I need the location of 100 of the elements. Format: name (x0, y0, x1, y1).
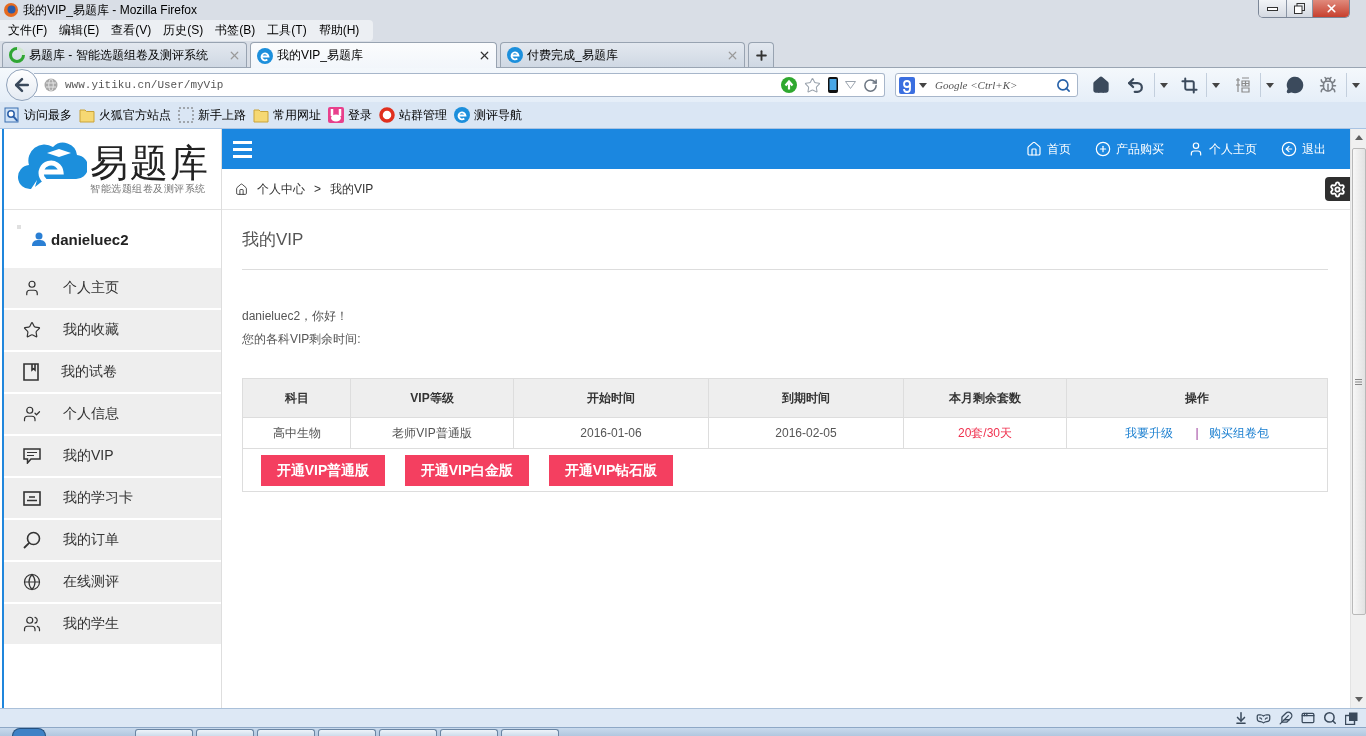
sidebar-item[interactable]: 我的学生 (4, 604, 221, 644)
sidebar-item[interactable]: 个人信息 (4, 394, 221, 434)
bookmark-item[interactable]: 站群管理 (379, 106, 447, 124)
taskbar-button[interactable] (257, 729, 315, 736)
user-icon (23, 279, 41, 297)
download-icon[interactable] (1234, 711, 1248, 725)
menu-item[interactable]: 文件(F) (2, 20, 54, 41)
menu-item[interactable]: 工具(T) (261, 20, 313, 41)
sidebar-item[interactable]: 我的订单 (4, 520, 221, 560)
browser-tab[interactable]: 付费完成_易题库 (500, 42, 745, 67)
search-icon[interactable] (1056, 77, 1071, 93)
users-icon (23, 615, 41, 633)
feather-icon[interactable] (1279, 711, 1293, 725)
document-icon (23, 363, 39, 381)
gear-icon (1329, 180, 1346, 198)
scrollbar-thumb[interactable] (1351, 148, 1366, 615)
caret-icon (1265, 82, 1274, 88)
sidebar-item[interactable]: 个人主页 (4, 268, 221, 308)
taskbar-button[interactable] (379, 729, 437, 736)
bookmark-item[interactable]: 登录 (328, 106, 372, 124)
logo-name: 易题库 (90, 143, 210, 183)
logo-tagline: 智能选题组卷及测评系统 (90, 183, 207, 195)
vip-button[interactable]: 开通VIP白金版 (405, 455, 529, 486)
nav-link[interactable]: 退出 (1281, 140, 1326, 158)
vip-button[interactable]: 开通VIP普通版 (261, 455, 385, 486)
sidebar-item[interactable]: 在线测评 (4, 562, 221, 602)
close-button[interactable] (1312, 0, 1349, 17)
arrow-circle-icon[interactable] (781, 77, 797, 93)
breadcrumb-link[interactable]: 个人中心 (257, 180, 305, 198)
bookmark-item[interactable]: 测评导航 (454, 106, 522, 124)
settings-button[interactable] (1325, 177, 1350, 201)
scroll-down-arrow-icon[interactable] (1354, 697, 1363, 702)
arrow-circle-icon (1281, 141, 1297, 157)
taskbar-button[interactable] (318, 729, 376, 736)
home-icon[interactable] (235, 182, 248, 196)
star-icon[interactable] (804, 76, 821, 94)
search-bar[interactable]: Google <Ctrl+K> (895, 73, 1078, 97)
table-cell: 2016-02-05 (708, 417, 904, 449)
speech-bubble-icon (23, 448, 41, 464)
table-cell: 2016-01-06 (513, 417, 709, 449)
close-icon[interactable] (478, 49, 491, 62)
browser-tab[interactable]: 易题库 - 智能选题组卷及测评系统 (2, 42, 247, 67)
sidebar-item[interactable]: 我的试卷 (4, 352, 221, 392)
taskbar-button[interactable] (135, 729, 193, 736)
column-header: 到期时间 (708, 378, 904, 418)
menu-item[interactable]: 查看(V) (105, 20, 158, 41)
menu-icon[interactable] (233, 140, 252, 158)
crop-icon (1180, 76, 1198, 94)
menu-item[interactable]: 编辑(E) (53, 20, 106, 41)
search-icon[interactable] (1323, 711, 1337, 725)
star-icon (23, 321, 41, 339)
card-icon (23, 490, 41, 506)
nav-link[interactable]: 产品购买 (1095, 140, 1164, 158)
sidebar-item[interactable]: 我的VIP (4, 436, 221, 476)
home-icon (1026, 141, 1042, 157)
new-tab-button[interactable] (748, 42, 774, 67)
grid-icon (1234, 77, 1250, 93)
minimize-button[interactable] (1259, 0, 1286, 17)
bookmark-item[interactable]: 火狐官方站点 (79, 106, 171, 124)
restore-button[interactable] (1286, 0, 1312, 17)
menu-item[interactable]: 历史(S) (157, 20, 210, 41)
nav-link[interactable]: 个人主页 (1188, 140, 1257, 158)
swirl-logo-icon (454, 107, 470, 123)
nav-link[interactable]: 首页 (1026, 140, 1071, 158)
search-field[interactable]: Google <Ctrl+K> (931, 79, 1052, 91)
scroll-up-arrow-icon[interactable] (1354, 135, 1363, 140)
sidebar-item[interactable]: 我的学习卡 (4, 478, 221, 518)
page-title: 我的VIP (242, 229, 305, 251)
menu-item[interactable]: 书签(B) (209, 20, 262, 41)
globe-icon (44, 78, 58, 92)
back-button[interactable] (6, 69, 38, 101)
taskbar-button[interactable] (501, 729, 559, 736)
vip-button[interactable]: 开通VIP钻石版 (549, 455, 673, 486)
sidebar-item[interactable]: 我的收藏 (4, 310, 221, 350)
address-field[interactable]: www.yitiku.cn/User/myVip (65, 79, 774, 91)
search-engine-icon[interactable] (899, 76, 915, 94)
caret-icon[interactable] (919, 82, 927, 88)
boxes-icon[interactable] (1345, 711, 1358, 725)
breadcrumb-separator: > (314, 182, 321, 196)
taskbar-button[interactable] (196, 729, 254, 736)
plus-circle-icon (1095, 141, 1111, 157)
address-bar[interactable]: www.yitiku.cn/User/myVip (34, 73, 885, 97)
reload-icon[interactable] (863, 77, 878, 93)
action-link[interactable]: 我要升级 (1125, 425, 1174, 440)
action-link[interactable]: 购买组卷包 (1208, 425, 1269, 440)
triangle-icon[interactable] (845, 81, 856, 89)
caret-icon (1159, 82, 1168, 88)
column-header: VIP等级 (350, 378, 514, 418)
start-button[interactable] (12, 728, 46, 736)
menu-item[interactable]: 帮助(H) (312, 20, 366, 41)
taskbar-button[interactable] (440, 729, 498, 736)
plus-icon (753, 47, 769, 63)
bookmark-item[interactable]: 常用网址 (253, 106, 321, 124)
browser-tab[interactable]: 我的VIP_易题库 (250, 42, 497, 68)
bookmark-item[interactable]: 访问最多 (4, 106, 72, 124)
grip-icon (1355, 378, 1362, 385)
close-icon (1324, 2, 1338, 15)
bookmark-item[interactable]: 新手上路 (178, 106, 246, 124)
window-icon[interactable] (1301, 711, 1315, 725)
phone-icon[interactable] (828, 77, 838, 93)
